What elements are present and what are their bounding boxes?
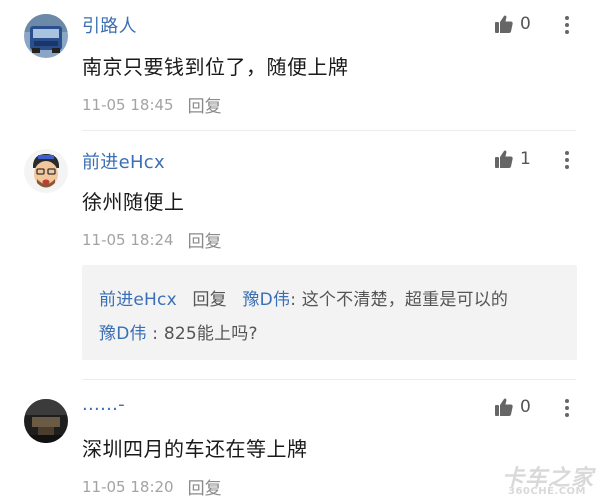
timestamp: 11-05 18:20: [82, 477, 174, 496]
more-vertical-icon[interactable]: [560, 14, 574, 36]
cartoon-avatar-icon: [24, 149, 68, 193]
username[interactable]: 前进eHcx: [82, 148, 165, 174]
reply-button[interactable]: 回复: [188, 474, 222, 499]
quoted-reply-line: 前进eHcx 回复 豫D伟: 这个不清楚，超重是可以的: [99, 285, 508, 310]
reply-author[interactable]: 前进eHcx: [99, 290, 177, 310]
avatar[interactable]: [24, 399, 68, 443]
original-text: : 825能上吗?: [146, 324, 258, 344]
truck-avatar-icon: [24, 14, 68, 58]
quoted-original-line: 豫D伟 : 825能上吗?: [99, 319, 258, 344]
comment-meta: 11-05 18:20 回复: [82, 474, 222, 500]
like-count: 0: [520, 397, 531, 417]
like-button[interactable]: 1: [494, 148, 531, 170]
quoted-reply-block[interactable]: 前进eHcx 回复 豫D伟: 这个不清楚，超重是可以的 豫D伟 : 825能上吗…: [82, 265, 577, 360]
comment-item: 引路人 0 南京只要钱到位了，随便上牌 11-05 18:45 回复: [0, 0, 600, 131]
thumbs-up-icon: [495, 150, 513, 168]
watermark-domain: 360CHE.COM: [508, 486, 587, 497]
thumbs-up-icon: [495, 15, 513, 33]
comment-meta: 11-05 18:24 回复: [82, 227, 222, 253]
reply-button[interactable]: 回复: [188, 92, 222, 117]
dark-interior-avatar-icon: [24, 399, 68, 443]
avatar[interactable]: [24, 14, 68, 58]
timestamp: 11-05 18:24: [82, 230, 174, 249]
thumbs-up-icon: [495, 398, 513, 416]
username[interactable]: 引路人: [82, 12, 137, 38]
reply-word: 回复: [192, 290, 227, 310]
more-vertical-icon[interactable]: [560, 397, 574, 419]
comment-text: 南京只要钱到位了，随便上牌: [82, 55, 349, 79]
comment-text: 深圳四月的车还在等上牌: [82, 437, 308, 461]
like-button[interactable]: 0: [494, 396, 531, 418]
more-vertical-icon[interactable]: [560, 149, 574, 171]
original-author[interactable]: 豫D伟: [99, 324, 147, 344]
comment-text: 徐州随便上: [82, 190, 185, 214]
reply-button[interactable]: 回复: [188, 227, 222, 252]
reply-target[interactable]: 豫D伟: [242, 290, 290, 310]
like-count: 0: [520, 14, 531, 34]
like-count: 1: [520, 149, 531, 169]
username[interactable]: ......-: [82, 394, 125, 415]
comment-meta: 11-05 18:45 回复: [82, 92, 222, 118]
like-button[interactable]: 0: [494, 13, 531, 35]
timestamp: 11-05 18:45: [82, 95, 174, 114]
reply-text: : 这个不清楚，超重是可以的: [290, 290, 509, 310]
watermark-logo: 卡车之家 360CHE.COM: [498, 460, 598, 500]
avatar[interactable]: [24, 149, 68, 193]
